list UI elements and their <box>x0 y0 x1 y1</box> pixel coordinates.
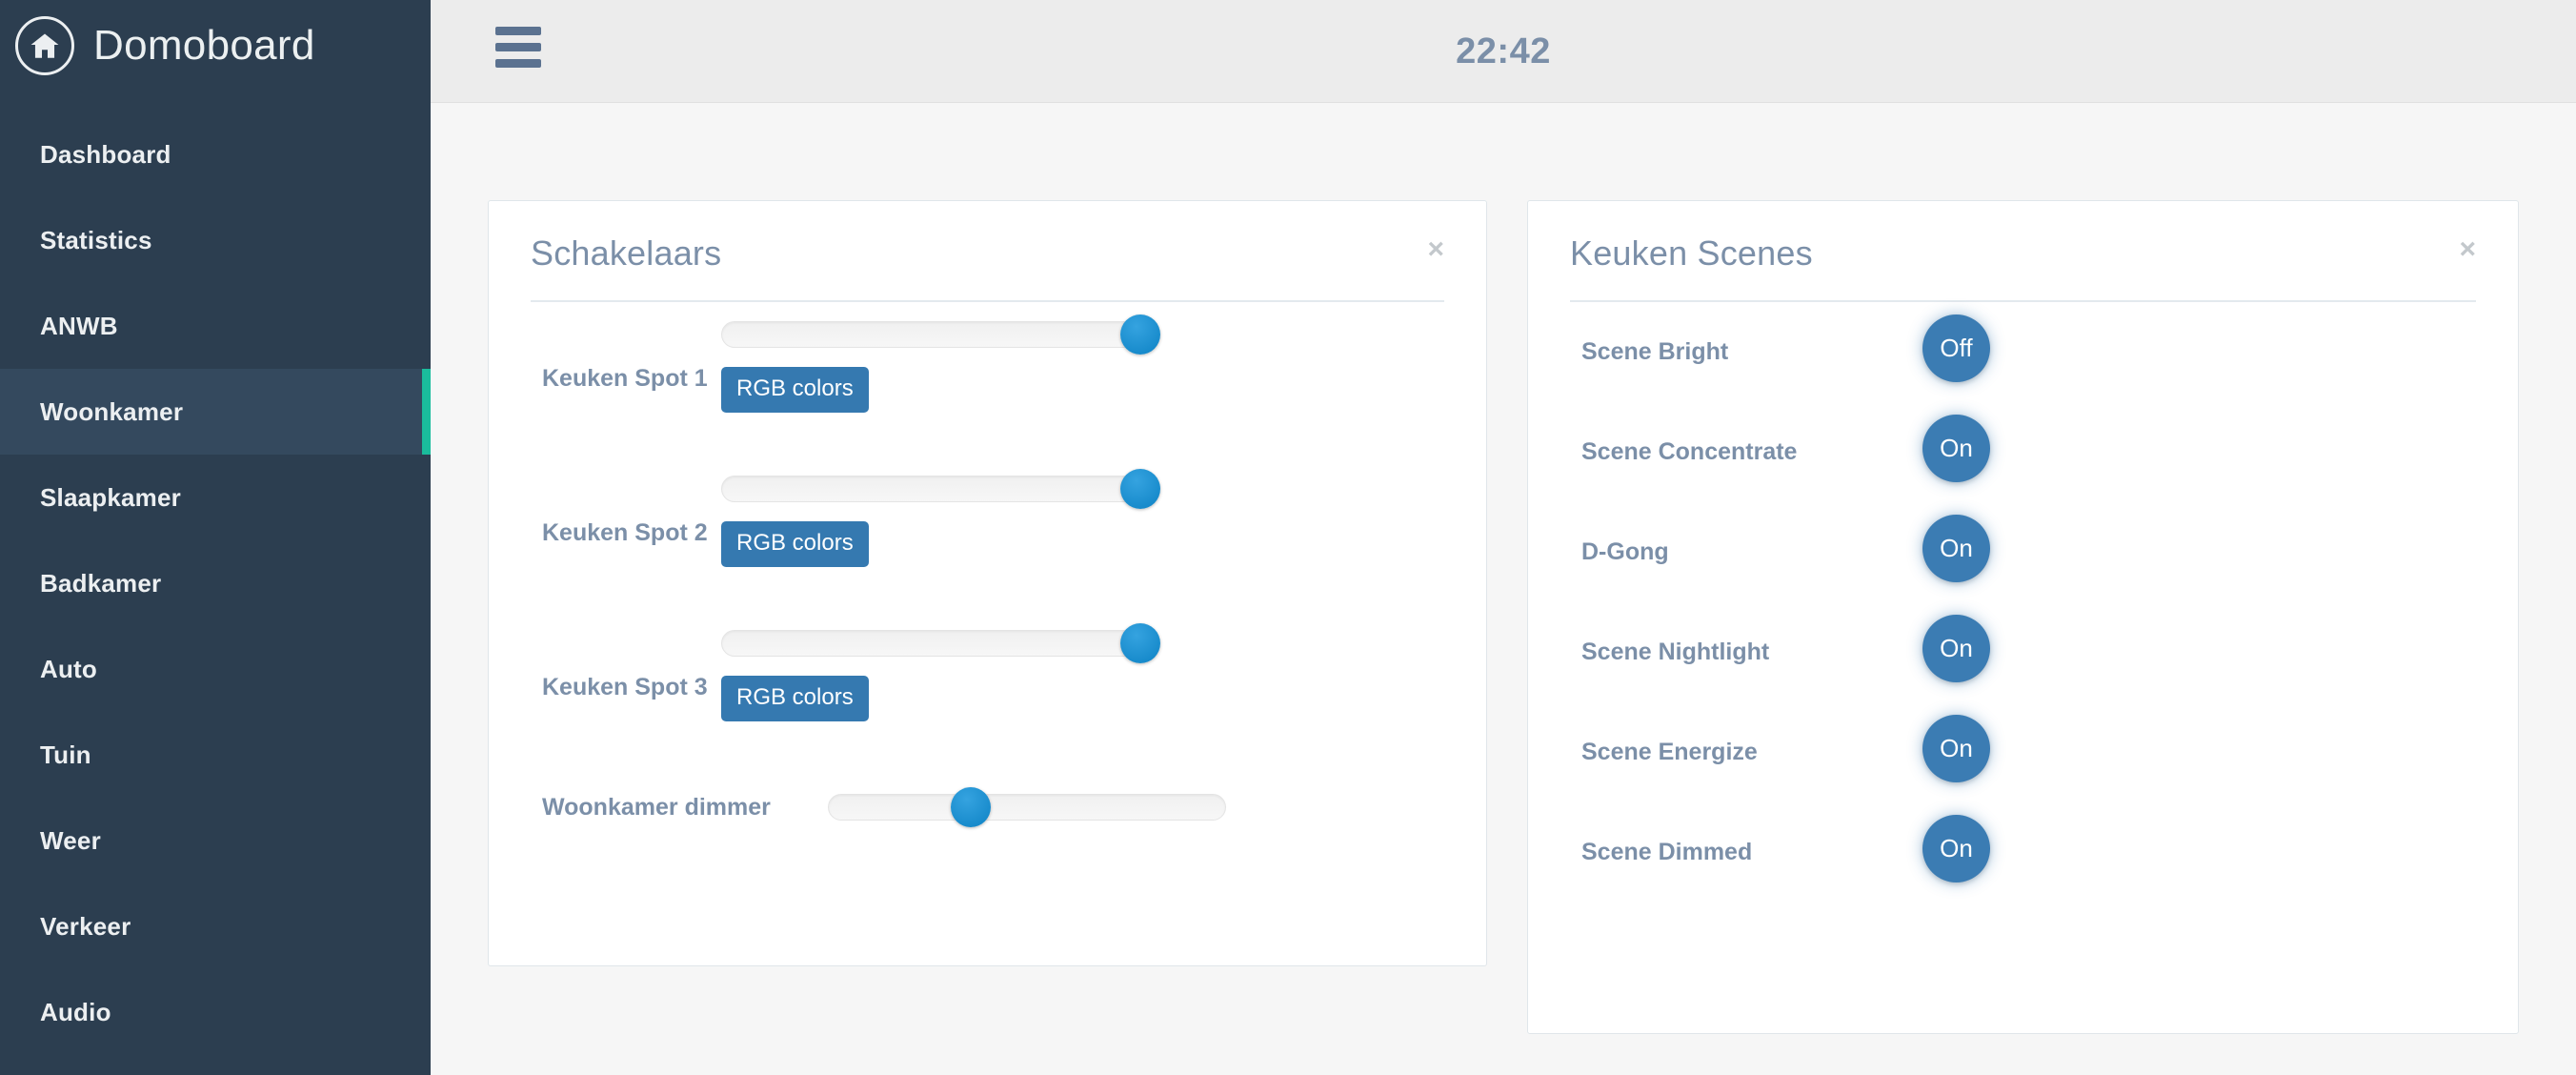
scene-label: Scene Nightlight <box>1581 639 1770 665</box>
slider-track[interactable] <box>721 630 1140 657</box>
home-icon <box>15 15 74 75</box>
panel-keuken-scenes: Keuken Scenes × Scene Bright Off Scene Con… <box>1527 200 2519 1034</box>
close-icon[interactable]: × <box>2459 235 2476 264</box>
scene-toggle-button[interactable]: On <box>1922 415 1990 482</box>
sidebar-item-anwb[interactable]: ANWB <box>0 283 431 369</box>
sidebar-item-badkamer[interactable]: Badkamer <box>0 540 431 626</box>
sidebar-item-statistics[interactable]: Statistics <box>0 197 431 283</box>
switch-label: Keuken Spot 2 <box>542 519 708 546</box>
slider-track[interactable] <box>721 321 1140 348</box>
sidebar-item-label: Statistics <box>40 225 152 254</box>
switch-row: Keuken Spot 2 RGB colors <box>531 456 1444 611</box>
sidebar-item-auto[interactable]: Auto <box>0 626 431 712</box>
brightness-slider[interactable] <box>721 469 1160 509</box>
clock: 22:42 <box>1456 30 1551 71</box>
scene-toggle-button[interactable]: On <box>1922 515 1990 582</box>
scene-toggle-button[interactable]: On <box>1922 815 1990 882</box>
sidebar-item-slaapkamer[interactable]: Slaapkamer <box>0 455 431 540</box>
panel-title: Keuken Scenes <box>1570 233 1813 273</box>
dimmer-slider[interactable] <box>828 787 1226 827</box>
sidebar-item-woonkamer[interactable]: Woonkamer <box>0 369 431 455</box>
dimmer-label: Woonkamer dimmer <box>542 794 771 821</box>
slider-track[interactable] <box>721 476 1140 502</box>
slider-handle[interactable] <box>1120 623 1160 663</box>
brand-name: Domoboard <box>93 21 315 69</box>
sidebar: Domoboard Dashboard Statistics ANWB Woonkam… <box>0 0 431 1075</box>
rgb-colors-button[interactable]: RGB colors <box>721 521 869 567</box>
panel-schakelaars: Schakelaars × Keuken Spot 1 RGB colors Keu… <box>488 200 1487 966</box>
topbar: 22:42 <box>431 0 2576 103</box>
scene-toggle-button[interactable]: On <box>1922 715 1990 782</box>
rgb-colors-button[interactable]: RGB colors <box>721 367 869 413</box>
switch-row: Keuken Spot 1 RGB colors <box>531 302 1444 456</box>
switch-row: Keuken Spot 3 RGB colors <box>531 611 1444 765</box>
sidebar-item-tuin[interactable]: Tuin <box>0 712 431 798</box>
slider-handle[interactable] <box>1120 314 1160 355</box>
panel-header: Schakelaars × <box>489 201 1486 274</box>
sidebar-item-label: Verkeer <box>40 911 131 941</box>
slider-handle[interactable] <box>951 787 992 827</box>
scene-label: Scene Concentrate <box>1581 438 1798 465</box>
slider-track[interactable] <box>828 794 1226 821</box>
brand[interactable]: Domoboard <box>0 0 431 91</box>
panel-header: Keuken Scenes × <box>1528 201 2518 274</box>
scene-row: Scene Concentrate On <box>1570 402 2476 502</box>
scene-row: Scene Energize On <box>1570 702 2476 802</box>
dimmer-row: Woonkamer dimmer <box>531 765 1444 870</box>
app-root: Domoboard Dashboard Statistics ANWB Woonkam… <box>0 0 2576 1075</box>
sidebar-item-label: Audio <box>40 997 111 1026</box>
scene-row: Scene Dimmed On <box>1570 802 2476 903</box>
sidebar-item-label: Badkamer <box>40 568 162 598</box>
sidebar-item-verkeer[interactable]: Verkeer <box>0 883 431 969</box>
scene-toggle-button[interactable]: Off <box>1922 314 1990 382</box>
scene-row: Scene Nightlight On <box>1570 602 2476 702</box>
scene-label: D-Gong <box>1581 538 1669 565</box>
sidebar-item-dashboard[interactable]: Dashboard <box>0 112 431 197</box>
sidebar-item-weer[interactable]: Weer <box>0 798 431 883</box>
rgb-colors-button[interactable]: RGB colors <box>721 676 869 721</box>
panel-body: Scene Bright Off Scene Concentrate On D-Gong… <box>1528 302 2518 903</box>
slider-handle[interactable] <box>1120 469 1160 509</box>
brightness-slider[interactable] <box>721 314 1160 355</box>
switch-label: Keuken Spot 3 <box>542 674 708 700</box>
scene-label: Scene Dimmed <box>1581 839 1753 865</box>
sidebar-item-audio[interactable]: Audio <box>0 969 431 1055</box>
sidebar-item-label: Woonkamer <box>40 396 184 426</box>
content-area: Schakelaars × Keuken Spot 1 RGB colors Keu… <box>431 104 2576 1075</box>
scene-toggle-button[interactable]: On <box>1922 615 1990 682</box>
sidebar-nav: Dashboard Statistics ANWB Woonkamer Slaapkam… <box>0 112 431 1055</box>
scene-label: Scene Energize <box>1581 739 1758 765</box>
panel-body: Keuken Spot 1 RGB colors Keuken Spot 2 RGB … <box>489 302 1486 870</box>
sidebar-item-label: Dashboard <box>40 139 171 169</box>
sidebar-item-label: ANWB <box>40 311 118 340</box>
brightness-slider[interactable] <box>721 623 1160 663</box>
scene-row: Scene Bright Off <box>1570 302 2476 402</box>
sidebar-item-label: Weer <box>40 825 101 855</box>
sidebar-item-label: Auto <box>40 654 97 683</box>
close-icon[interactable]: × <box>1427 235 1444 264</box>
sidebar-item-label: Tuin <box>40 740 91 769</box>
scene-row: D-Gong On <box>1570 502 2476 602</box>
scene-label: Scene Bright <box>1581 338 1729 365</box>
switch-label: Keuken Spot 1 <box>542 365 708 392</box>
panel-title: Schakelaars <box>531 233 722 273</box>
sidebar-item-label: Slaapkamer <box>40 482 181 512</box>
